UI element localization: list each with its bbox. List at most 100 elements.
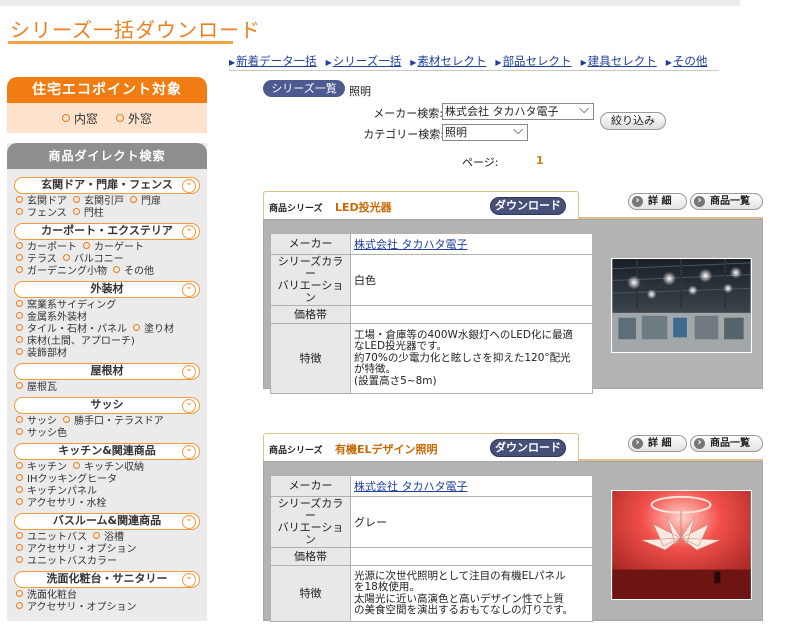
- category-links: 窯業系サイディング 金属系外装材 タイル・石材・パネル 塗り材 床材(土間、アプローチ)…: [14, 298, 200, 361]
- category-link[interactable]: カーゲート: [83, 242, 144, 253]
- category-header[interactable]: サッシ: [14, 397, 200, 414]
- category-link[interactable]: 門柱: [73, 208, 104, 219]
- category-link[interactable]: 窯業系サイディング: [16, 300, 116, 311]
- spec-key-line: バリエーション: [277, 521, 344, 546]
- download-button[interactable]: ダウンロード: [490, 197, 566, 215]
- spec-feature-value: 工場・倉庫等の400W水銀灯へのLED化に最適 なLED投光器です。 約70%の…: [350, 323, 593, 394]
- download-button[interactable]: ダウンロード: [490, 439, 566, 457]
- category-link-row: 装飾部材: [16, 348, 200, 360]
- nav-new-data[interactable]: 新着データ一括: [229, 53, 317, 69]
- spec-key: シリーズカラー バリエーション: [270, 496, 351, 548]
- category-link[interactable]: 洗面化粧台: [16, 590, 77, 601]
- product-list-button[interactable]: 商品一覧: [690, 435, 763, 452]
- category-header[interactable]: キッチン&関連商品: [14, 443, 200, 460]
- card-series-name: LED投光器: [335, 201, 392, 214]
- category-link[interactable]: アクセサリ・水栓: [16, 498, 107, 509]
- category-link[interactable]: アクセサリ・オプション: [16, 602, 137, 613]
- category-link-row: アクセサリ・水栓: [16, 498, 200, 510]
- category-header[interactable]: バスルーム&関連商品: [14, 513, 200, 530]
- spec-key: 価格帯: [270, 305, 351, 324]
- nav-series[interactable]: シリーズ一括: [326, 53, 401, 69]
- category-links: 洗面化粧台 アクセサリ・オプション: [14, 588, 200, 615]
- category-link[interactable]: その他: [113, 266, 154, 277]
- category-link[interactable]: 床材(土間、アプローチ): [16, 336, 135, 347]
- spec-feature-value: 光源に次世代照明として注目の有機ELパネル を18枚使用。 太陽光に近い高演色と…: [350, 565, 593, 622]
- category-list: 玄関ドア・門扉・フェンス玄関ドア玄関引戸門扉フェンス門柱カーポート・エクステリア…: [7, 169, 207, 615]
- nav-other[interactable]: その他: [666, 53, 708, 69]
- category-link[interactable]: 玄関引戸: [73, 196, 124, 207]
- direct-search-box: 商品ダイレクト検索 玄関ドア・門扉・フェンス玄関ドア玄関引戸門扉フェンス門柱カー…: [7, 143, 207, 621]
- category-link[interactable]: 浴槽: [93, 532, 124, 543]
- table-row: 価格帯: [270, 305, 593, 324]
- card-strip: [579, 453, 763, 461]
- title-underline: [8, 41, 233, 44]
- category-link[interactable]: ユニットバスカラー: [16, 556, 117, 567]
- table-row: シリーズカラー バリエーション 白色: [270, 254, 593, 306]
- nav-parts[interactable]: 部品セレクト: [495, 53, 572, 69]
- category-link-row: 床材(土間、アプローチ): [16, 336, 200, 348]
- category-link[interactable]: バルコニー: [63, 254, 124, 265]
- category-link-row: 窯業系サイディング: [16, 300, 200, 312]
- category-link-row: キッチンパネル: [16, 486, 200, 498]
- category-link-row: サッシ色: [16, 428, 200, 440]
- spec-price-value: [350, 547, 593, 566]
- top-nav: 新着データ一括 シリーズ一括 素材セレクト 部品セレクト 建具セレクト その他: [229, 53, 707, 69]
- page-number[interactable]: 1: [536, 154, 544, 167]
- spec-table: メーカー 株式会社 タカハタ電子 シリーズカラー バリエーション 白色 価格帯 特徴 …: [270, 233, 593, 394]
- category-link[interactable]: 屋根瓦: [16, 382, 57, 393]
- category-header[interactable]: 玄関ドア・門扉・フェンス: [14, 177, 200, 194]
- category-link[interactable]: フェンス: [16, 208, 67, 219]
- spec-maker-cell: 株式会社 タカハタ電子: [350, 475, 593, 497]
- category-link-row: キッチン キッチン収納: [16, 462, 200, 474]
- category-link[interactable]: 門扉: [130, 196, 161, 207]
- category-header[interactable]: カーポート・エクステリア: [14, 223, 200, 240]
- category-select[interactable]: 照明: [442, 123, 528, 141]
- spec-table: メーカー 株式会社 タカハタ電子 シリーズカラー バリエーション グレー 価格帯 特徴…: [270, 475, 593, 622]
- category-link[interactable]: サッシ: [16, 416, 57, 427]
- table-row: メーカー 株式会社 タカハタ電子: [270, 475, 593, 497]
- category-header[interactable]: 洗面化粧台・サニタリー: [14, 571, 200, 588]
- spec-key: メーカー: [270, 233, 351, 255]
- category-link-row: フェンス 門柱: [16, 208, 200, 220]
- category-link[interactable]: ガーデニング小物: [16, 266, 107, 277]
- detail-button[interactable]: 詳 細: [628, 193, 687, 210]
- category-link-row: 洗面化粧台: [16, 590, 200, 602]
- direct-search-header: 商品ダイレクト検索: [7, 143, 207, 169]
- eco-link-outer-window[interactable]: 外窓: [116, 110, 152, 127]
- detail-button[interactable]: 詳 細: [628, 435, 687, 452]
- category-link[interactable]: 塗り材: [133, 324, 174, 335]
- table-row: 価格帯: [270, 547, 593, 566]
- category-link[interactable]: テラス: [16, 254, 57, 265]
- current-category: 照明: [349, 85, 371, 98]
- category-link[interactable]: キッチン: [16, 462, 67, 473]
- nav-material[interactable]: 素材セレクト: [410, 53, 486, 69]
- category-link[interactable]: アクセサリ・オプション: [16, 544, 137, 555]
- category-link[interactable]: ユニットバス: [16, 532, 87, 543]
- warehouse-led-photo: [611, 258, 752, 353]
- category-link-row: ガーデニング小物 その他: [16, 266, 200, 278]
- eco-link-inner-window[interactable]: 内窓: [62, 110, 98, 127]
- product-list-button[interactable]: 商品一覧: [690, 193, 763, 210]
- category-header[interactable]: 屋根材: [14, 363, 200, 380]
- table-row: 特徴 光源に次世代照明として注目の有機ELパネル を18枚使用。 太陽光に近い高…: [270, 565, 593, 622]
- category-link[interactable]: 勝手口・テラスドア: [63, 416, 164, 427]
- category-links: キッチン キッチン収納 IHクッキングヒータ キッチンパネル アクセサリ・水栓: [14, 460, 200, 511]
- series-list-button[interactable]: シリーズ一覧: [263, 80, 345, 97]
- category-link[interactable]: IHクッキングヒータ: [16, 474, 117, 485]
- category-link[interactable]: サッシ色: [16, 428, 67, 439]
- filter-button[interactable]: 絞り込み: [600, 112, 666, 130]
- spec-key-line: バリエーション: [277, 279, 344, 304]
- maker-link[interactable]: 株式会社 タカハタ電子: [354, 480, 468, 493]
- maker-link[interactable]: 株式会社 タカハタ電子: [354, 238, 468, 251]
- category-link[interactable]: カーポート: [16, 242, 77, 253]
- category-link[interactable]: キッチンパネル: [16, 486, 97, 497]
- maker-select[interactable]: 株式会社 タカハタ電子: [442, 102, 594, 120]
- category-link[interactable]: 装飾部材: [16, 348, 67, 359]
- category-link[interactable]: 玄関ドア: [16, 196, 67, 207]
- spec-color-value: グレー: [350, 496, 593, 548]
- category-header[interactable]: 外装材: [14, 281, 200, 298]
- category-link[interactable]: 金属系外装材: [16, 312, 87, 323]
- category-link[interactable]: タイル・石材・パネル: [16, 324, 127, 335]
- category-link[interactable]: キッチン収納: [73, 462, 144, 473]
- nav-fittings[interactable]: 建具セレクト: [581, 53, 657, 69]
